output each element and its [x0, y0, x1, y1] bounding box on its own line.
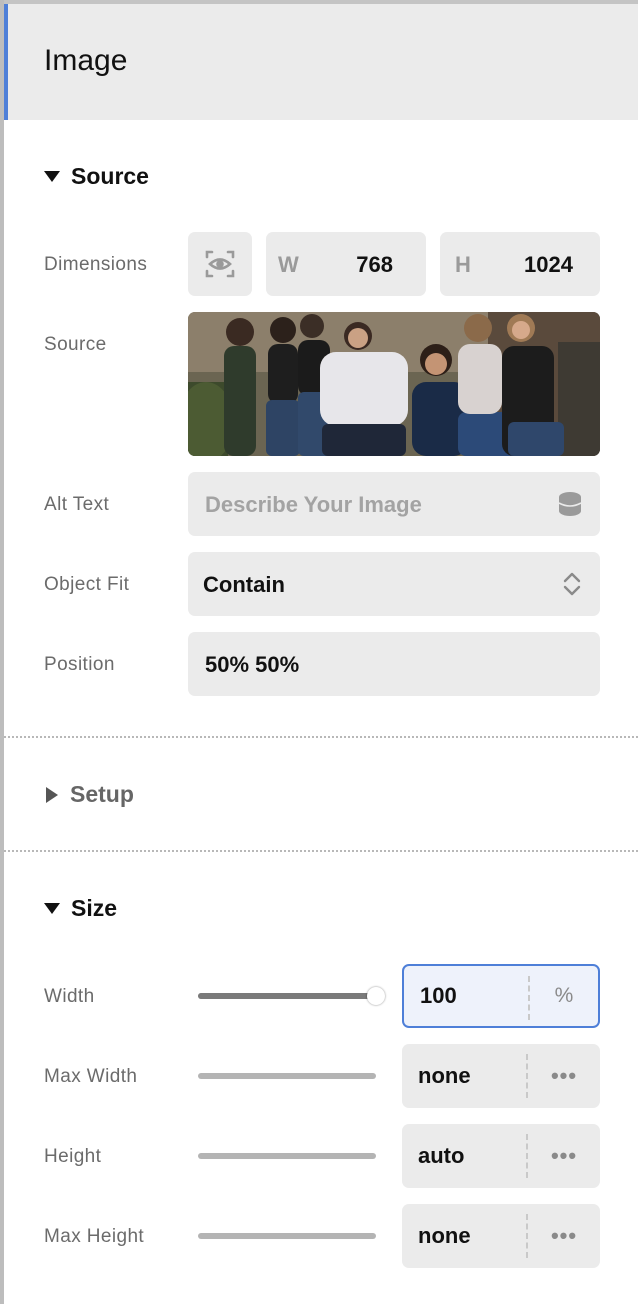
w-label: W — [278, 252, 299, 277]
width-label: Width — [44, 986, 95, 1007]
object-fit-select[interactable]: Contain — [188, 552, 600, 616]
object-fit-label: Object Fit — [44, 574, 130, 595]
image-settings-panel: Image Source Dimensions W 768 H 1024 Sou… — [0, 0, 638, 1304]
source-image-thumbnail[interactable] — [188, 312, 600, 456]
width-value: 100 — [420, 983, 457, 1008]
max-width-slider-track[interactable] — [198, 1073, 376, 1079]
caret-right-icon — [46, 786, 58, 803]
section-size-toggle[interactable]: Size — [44, 895, 117, 922]
dimensions-label: Dimensions — [44, 254, 148, 275]
max-height-value-input[interactable]: none ••• — [402, 1204, 600, 1268]
alt-text-input[interactable]: Describe Your Image — [188, 472, 600, 536]
width-unit-select[interactable]: % — [530, 984, 598, 1008]
max-height-label: Max Height — [44, 1226, 145, 1247]
preview-toggle-button[interactable] — [188, 232, 252, 296]
position-value: 50% 50% — [205, 652, 300, 677]
database-icon[interactable] — [558, 491, 582, 517]
more-options-icon[interactable]: ••• — [528, 1223, 600, 1249]
width-slider-handle[interactable] — [367, 987, 385, 1005]
source-label: Source — [44, 334, 107, 355]
section-source-toggle[interactable]: Source — [44, 163, 149, 190]
max-width-value-input[interactable]: none ••• — [402, 1044, 600, 1108]
w-value: 768 — [356, 252, 393, 277]
width-dimension-field[interactable]: W 768 — [266, 232, 426, 296]
object-fit-value: Contain — [203, 572, 285, 597]
alt-text-placeholder: Describe Your Image — [205, 492, 422, 517]
max-height-value: none — [418, 1223, 471, 1248]
height-slider-track[interactable] — [198, 1153, 376, 1159]
more-options-icon[interactable]: ••• — [528, 1063, 600, 1089]
group-photo-image — [188, 312, 600, 456]
section-title: Setup — [70, 781, 134, 807]
height-value: auto — [418, 1143, 465, 1168]
header-accent-bar — [4, 4, 8, 120]
height-dimension-field[interactable]: H 1024 — [440, 232, 600, 296]
section-divider — [4, 850, 638, 852]
panel-header: Image — [4, 4, 638, 120]
section-title: Size — [71, 895, 118, 921]
width-slider-fill — [198, 993, 376, 999]
max-height-slider-track[interactable] — [198, 1233, 376, 1239]
more-options-icon[interactable]: ••• — [528, 1143, 600, 1169]
section-setup-toggle[interactable]: Setup — [44, 781, 134, 808]
caret-down-icon — [44, 903, 60, 914]
max-width-label: Max Width — [44, 1066, 138, 1087]
page-title: Image — [44, 44, 128, 77]
position-input[interactable]: 50% 50% — [188, 632, 600, 696]
position-label: Position — [44, 654, 115, 675]
alt-text-label: Alt Text — [44, 494, 110, 515]
width-value-input[interactable]: 100 % — [402, 964, 600, 1028]
left-border — [0, 0, 4, 1304]
chevron-up-down-icon — [563, 572, 581, 596]
caret-down-icon — [44, 171, 60, 182]
max-width-value: none — [418, 1063, 471, 1088]
eye-icon — [205, 250, 235, 278]
h-label: H — [455, 252, 471, 277]
h-value: 1024 — [524, 252, 573, 277]
height-value-input[interactable]: auto ••• — [402, 1124, 600, 1188]
section-divider — [4, 736, 638, 738]
height-label: Height — [44, 1146, 102, 1167]
section-title: Source — [71, 163, 149, 189]
